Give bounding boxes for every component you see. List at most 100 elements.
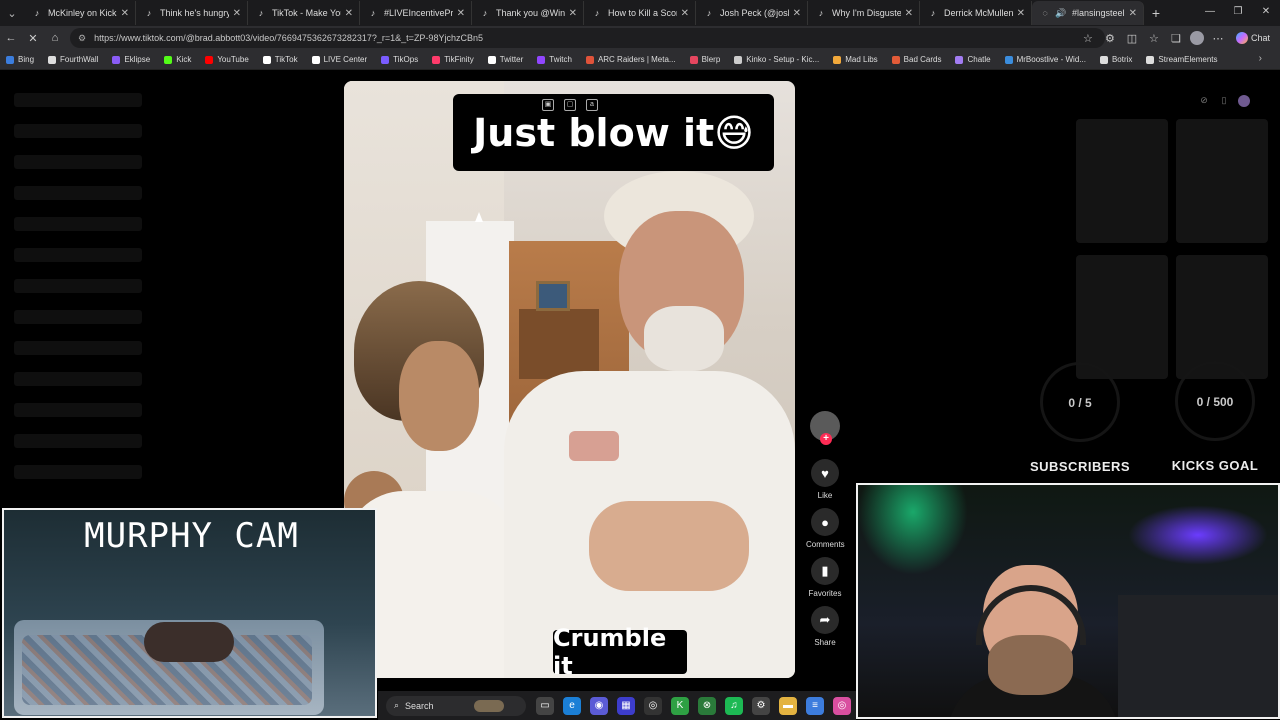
- bookmark-item[interactable]: Botrix: [1099, 55, 1132, 64]
- collections-icon[interactable]: ❏: [1168, 32, 1184, 45]
- restore-icon[interactable]: ❐: [1224, 0, 1252, 24]
- bookmark-item[interactable]: MrBoostlive - Wid...: [1004, 55, 1086, 64]
- close-tab-icon[interactable]: ✕: [569, 8, 577, 19]
- browser-tab[interactable]: ♪ #LIVEIncentiveProgram ✕: [360, 1, 472, 25]
- close-tab-icon[interactable]: ✕: [1017, 8, 1025, 19]
- star-icon[interactable]: ☆: [1080, 32, 1096, 45]
- back-arrow-icon[interactable]: ←: [0, 32, 22, 44]
- bookmark-item[interactable]: Twitch: [537, 55, 572, 64]
- app-grid-icon[interactable]: ▦: [617, 696, 635, 715]
- file-explorer-icon[interactable]: ▬: [779, 696, 797, 715]
- close-tab-icon[interactable]: ✕: [345, 8, 353, 19]
- search-highlight-image: [473, 699, 504, 712]
- discord-icon[interactable]: ◉: [590, 696, 608, 715]
- settings-gear-icon[interactable]: ⚙: [752, 696, 770, 715]
- obs-icon[interactable]: ◎: [644, 696, 662, 715]
- bookmark-item[interactable]: Mad Libs: [833, 55, 878, 64]
- kicks-goal-count: 0 / 500: [1196, 395, 1234, 409]
- bookmark-icon[interactable]: ▮: [811, 557, 839, 585]
- bookmark-favicon-icon: [112, 55, 121, 64]
- no-sound-icon[interactable]: ⊘: [1198, 95, 1210, 107]
- bookmark-item[interactable]: LIVE Center: [311, 55, 367, 64]
- heart-icon[interactable]: ♥: [811, 459, 839, 487]
- browser-tab[interactable]: ♪ Why I'm Disgusted — ✕: [808, 1, 920, 25]
- browser-tab[interactable]: ♪ McKinley on Kick (@m ✕: [24, 1, 136, 25]
- bookmark-item[interactable]: Twitter: [487, 55, 523, 64]
- share-button[interactable]: ➦ Share: [806, 606, 844, 647]
- bookmark-item[interactable]: ARC Raiders | Meta...: [585, 55, 676, 64]
- browser-tab[interactable]: ♪ Think he's hungry 😂 ✕: [136, 1, 248, 25]
- bookmark-item[interactable]: Kinko - Setup - Kic...: [734, 55, 819, 64]
- taskbar-search[interactable]: ⌕ Search: [386, 695, 526, 716]
- bookmark-item[interactable]: StreamElements: [1146, 55, 1218, 64]
- close-tab-icon[interactable]: ✕: [681, 8, 689, 19]
- creator-avatar[interactable]: +: [810, 411, 840, 445]
- close-tab-icon[interactable]: ✕: [1129, 8, 1137, 19]
- browser-tab[interactable]: ♪ How to Kill a Scorpion ✕: [584, 1, 696, 25]
- edge-browser-icon[interactable]: e: [563, 696, 581, 715]
- kick-app-icon[interactable]: K: [671, 696, 689, 715]
- bookmark-favicon-icon: [955, 55, 964, 64]
- translate-icon[interactable]: a: [586, 99, 598, 111]
- profile-avatar[interactable]: [1189, 31, 1204, 45]
- bookmark-item[interactable]: FourthWall: [48, 55, 98, 64]
- sidebar-skeleton: [14, 341, 142, 355]
- close-tab-icon[interactable]: ✕: [233, 8, 241, 19]
- device-icon[interactable]: ▯: [1218, 95, 1230, 107]
- xbox-icon[interactable]: ⊗: [698, 696, 716, 715]
- browser-tab[interactable]: ♪ Derrick McMullen (@d ✕: [920, 1, 1032, 25]
- picture-in-picture-icon[interactable]: ▣: [542, 99, 554, 111]
- minimize-icon[interactable]: —: [1196, 0, 1224, 24]
- close-window-icon[interactable]: ✕: [1252, 0, 1280, 24]
- browser-tab[interactable]: ♪ TikTok - Make Your Da ✕: [248, 1, 360, 25]
- address-bar[interactable]: ⚙ https://www.tiktok.com/@brad.abbott03/…: [70, 28, 1105, 48]
- share-arrow-icon[interactable]: ➦: [811, 606, 839, 634]
- bookmark-favicon-icon: [734, 55, 743, 64]
- like-button[interactable]: ♥ Like: [806, 459, 844, 500]
- favorites-button[interactable]: ▮ Favorites: [806, 557, 844, 598]
- browser-tab-active[interactable]: ◌ 🔊 #lansingsteel #fyp ✕: [1032, 1, 1144, 25]
- bookmark-item[interactable]: Blerp: [689, 55, 720, 64]
- tab-search-chevron-icon[interactable]: ⌄: [0, 1, 24, 25]
- video-player[interactable]: Just blow it😅 ▣ ▢ a Crumble it: [344, 81, 795, 678]
- browser-tab[interactable]: ♪ Josh Peck (@joshpeck) ✕: [696, 1, 808, 25]
- user-avatar[interactable]: [1238, 95, 1250, 107]
- stop-loading-icon[interactable]: ✕: [22, 32, 44, 45]
- close-tab-icon[interactable]: ✕: [793, 8, 801, 19]
- bookmark-item[interactable]: Kick: [164, 55, 191, 64]
- tiktok-icon: ♪: [34, 8, 40, 18]
- new-tab-button[interactable]: +: [1144, 5, 1168, 21]
- close-tab-icon[interactable]: ✕: [457, 8, 465, 19]
- comment-bubble-icon[interactable]: ●: [811, 508, 839, 536]
- bookmark-item[interactable]: Bing: [6, 55, 34, 64]
- speaker-icon[interactable]: 🔊: [1055, 8, 1066, 18]
- more-bookmarks-chevron-icon[interactable]: ›: [1259, 53, 1262, 64]
- bookmark-item[interactable]: TikFinity: [432, 55, 474, 64]
- favorites-icon[interactable]: ☆: [1146, 32, 1162, 45]
- bookmark-item[interactable]: Bad Cards: [891, 55, 941, 64]
- site-info-icon[interactable]: ⚙: [78, 33, 86, 44]
- bookmark-item[interactable]: Chatle: [955, 55, 991, 64]
- screenshot-icon[interactable]: ▢: [564, 99, 576, 111]
- bookmark-item[interactable]: TikTok: [262, 55, 298, 64]
- extensions-icon[interactable]: ⚙: [1102, 32, 1118, 45]
- comments-button[interactable]: ● Comments: [806, 508, 845, 549]
- copilot-chat-button[interactable]: Chat: [1232, 32, 1274, 44]
- instagram-icon[interactable]: ◎: [833, 696, 851, 715]
- bookmark-item[interactable]: Eklipse: [112, 55, 150, 64]
- split-screen-icon[interactable]: ◫: [1124, 32, 1140, 45]
- bookmark-favicon-icon: [487, 55, 496, 64]
- bookmark-item[interactable]: TikOps: [381, 55, 418, 64]
- spotify-icon[interactable]: ♫: [725, 696, 743, 715]
- home-icon[interactable]: ⌂: [44, 32, 66, 44]
- close-tab-icon[interactable]: ✕: [121, 8, 129, 19]
- notepad-icon[interactable]: ≡: [806, 696, 824, 715]
- task-view-icon[interactable]: ▭: [536, 696, 554, 715]
- bookmark-label: Kick: [176, 55, 192, 64]
- close-tab-icon[interactable]: ✕: [905, 8, 913, 19]
- bookmark-item[interactable]: YouTube: [205, 55, 249, 64]
- browser-tab[interactable]: ♪ Thank you @Window ✕: [472, 1, 584, 25]
- more-menu-icon[interactable]: ⋯: [1210, 32, 1226, 45]
- creator-avatar-follow[interactable]: +: [806, 411, 844, 445]
- follow-plus-icon[interactable]: +: [820, 433, 832, 445]
